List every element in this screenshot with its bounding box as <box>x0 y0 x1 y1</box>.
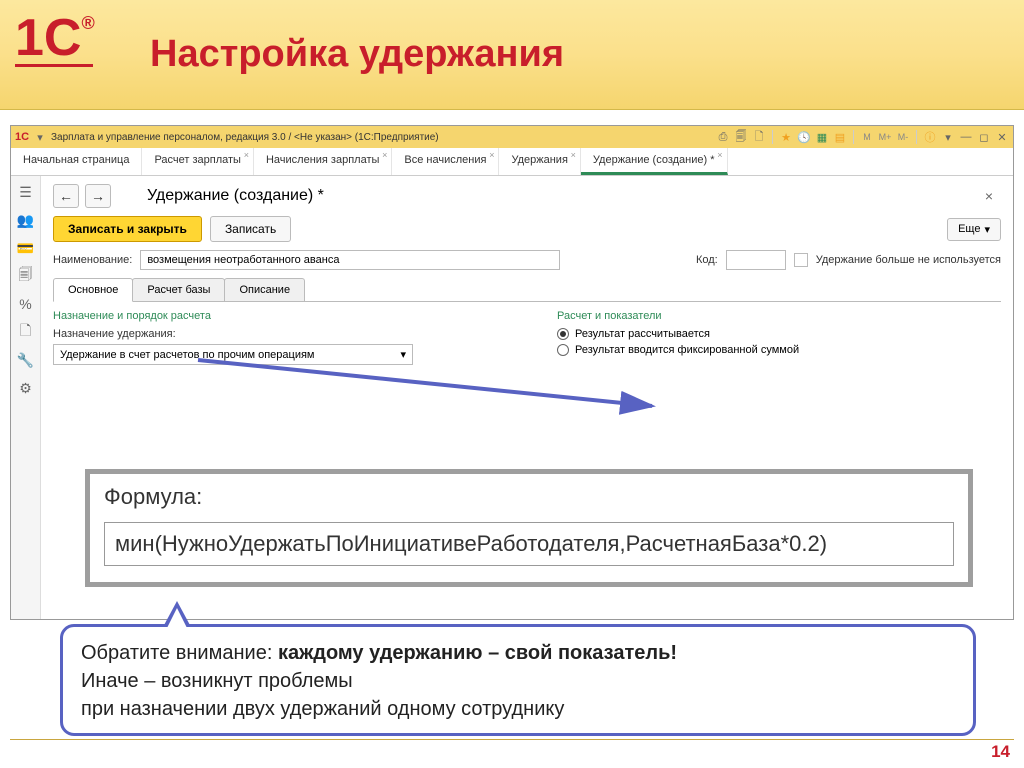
doc-icon[interactable]: 🗐 <box>734 130 748 144</box>
slide-title: Настройка удержания <box>150 33 564 76</box>
formula-label: Формула: <box>104 484 954 510</box>
tab-deductions[interactable]: Удержания × <box>499 148 580 175</box>
subtab-base[interactable]: Расчет базы <box>132 278 225 301</box>
code-label: Код: <box>696 254 718 266</box>
page-title: Удержание (создание) * <box>147 187 324 205</box>
page-number: 14 <box>991 742 1010 762</box>
app-titlebar: 1C ▾ Зарплата и управление персоналом, р… <box>11 126 1013 148</box>
calc-icon[interactable]: ▦ <box>815 130 829 144</box>
note-line1: Обратите внимание: каждому удержанию – с… <box>81 639 955 667</box>
section-purpose: Назначение и порядок расчета <box>53 310 497 322</box>
tab-salary-calc[interactable]: Расчет зарплаты× <box>142 148 254 175</box>
formula-callout: Формула: мин(НужноУдержатьПоИнициативеРа… <box>85 469 973 587</box>
close-icon[interactable]: × <box>717 150 722 160</box>
m-minus-icon[interactable]: M <box>860 130 874 144</box>
radio-fixed-label: Результат вводится фиксированной суммой <box>575 344 799 356</box>
info-icon[interactable]: ⓘ <box>923 130 937 144</box>
tab-deduction-create[interactable]: Удержание (создание) *× <box>581 148 728 175</box>
close-icon[interactable]: × <box>382 150 387 160</box>
nav-forward-button[interactable]: → <box>85 184 111 208</box>
clock-icon[interactable]: 🕓 <box>797 130 811 144</box>
note-line1b: каждому удержанию – свой показатель! <box>278 642 677 664</box>
m-plus-icon[interactable]: M+ <box>878 130 892 144</box>
tab-home-label: Начальная страница <box>23 154 129 166</box>
note-line2: Иначе – возникнут проблемы <box>81 667 955 695</box>
slide-header: 1C® Настройка удержания <box>0 0 1024 110</box>
subtab-desc[interactable]: Описание <box>224 278 305 301</box>
minimize-icon[interactable]: — <box>959 130 973 144</box>
more-button[interactable]: Еще ▾ <box>947 218 1001 241</box>
note-line1a: Обратите внимание: <box>81 642 278 664</box>
print-icon[interactable]: ⎙ <box>716 130 730 144</box>
name-label: Наименование: <box>53 254 132 266</box>
calendar-icon[interactable]: ▤ <box>833 130 847 144</box>
note-line3: при назначении двух удержаний одному сот… <box>81 695 955 723</box>
name-input[interactable] <box>140 250 560 270</box>
tab-accruals[interactable]: Начисления зарплаты× <box>254 148 392 175</box>
report-icon[interactable]: 🗋 <box>17 324 35 340</box>
doc2-icon[interactable]: 🗐 <box>17 268 35 284</box>
code-input[interactable] <box>726 250 786 270</box>
close-icon[interactable]: × <box>571 150 576 160</box>
app-title: Зарплата и управление персоналом, редакц… <box>51 132 439 143</box>
people-icon[interactable]: 👥 <box>17 212 35 228</box>
save-button[interactable]: Записать <box>210 216 291 242</box>
radio-fixed[interactable] <box>557 344 569 356</box>
subtab-main[interactable]: Основное <box>53 278 133 302</box>
wrench-icon[interactable]: 🔧 <box>17 352 35 368</box>
radio-calc-label: Результат рассчитывается <box>575 328 710 340</box>
tab-salary-label: Расчет зарплаты <box>154 154 241 166</box>
tab-accruals-label: Начисления зарплаты <box>266 154 379 166</box>
disabled-checkbox[interactable] <box>794 253 808 267</box>
close-icon[interactable]: × <box>489 150 494 160</box>
app-screenshot: 1C ▾ Зарплата и управление персоналом, р… <box>10 125 1014 620</box>
document-tabs: Начальная страница Расчет зарплаты× Начи… <box>11 148 1013 176</box>
m-minus2-icon[interactable]: M- <box>896 130 910 144</box>
chevron-down-icon: ▾ <box>400 348 406 361</box>
tab-deduct-label: Удержания <box>511 154 567 166</box>
purpose-value: Удержание в счет расчетов по прочим опер… <box>60 349 315 361</box>
dropdown2-icon[interactable]: ▾ <box>941 130 955 144</box>
radio-calculated[interactable] <box>557 328 569 340</box>
close-page-button[interactable]: × <box>977 188 1001 204</box>
section-calc: Расчет и показатели <box>557 310 1001 322</box>
save-and-close-button[interactable]: Записать и закрыть <box>53 216 202 242</box>
copy-icon[interactable]: 🗋 <box>752 130 766 144</box>
gear-icon[interactable]: ⚙ <box>17 380 35 396</box>
bottom-rule <box>10 739 1014 740</box>
tab-all-accruals[interactable]: Все начисления× <box>392 148 499 175</box>
close-icon[interactable]: × <box>244 150 249 160</box>
tab-home[interactable]: Начальная страница <box>11 148 142 175</box>
nav-back-button[interactable]: ← <box>53 184 79 208</box>
maximize-icon[interactable]: ◻ <box>977 130 991 144</box>
more-label: Еще <box>958 223 980 235</box>
app-icon: 1C <box>15 130 29 144</box>
close-window-icon[interactable]: ✕ <box>995 130 1009 144</box>
logo-1c: 1C® <box>15 15 105 67</box>
card-icon[interactable]: 💳 <box>17 240 35 256</box>
tab-all-label: Все начисления <box>404 154 486 166</box>
note-callout: Обратите внимание: каждому удержанию – с… <box>60 624 976 736</box>
logo-1c-text: 1C® <box>15 15 105 62</box>
purpose-label: Назначение удержания: <box>53 328 497 340</box>
side-toolbar: ☰ 👥 💳 🗐 % 🗋 🔧 ⚙ <box>11 176 41 619</box>
percent-icon[interactable]: % <box>17 296 35 312</box>
formula-text: мин(НужноУдержатьПоИнициативеРаботодател… <box>104 522 954 566</box>
menu-icon[interactable]: ☰ <box>17 184 35 200</box>
star-icon[interactable]: ★ <box>779 130 793 144</box>
disabled-label: Удержание больше не используется <box>816 254 1001 266</box>
purpose-select[interactable]: Удержание в счет расчетов по прочим опер… <box>53 344 413 365</box>
sub-tabs: Основное Расчет базы Описание <box>53 278 1001 302</box>
tab-create-label: Удержание (создание) * <box>593 154 715 166</box>
dropdown-icon[interactable]: ▾ <box>33 130 47 144</box>
chevron-down-icon: ▾ <box>984 223 990 236</box>
